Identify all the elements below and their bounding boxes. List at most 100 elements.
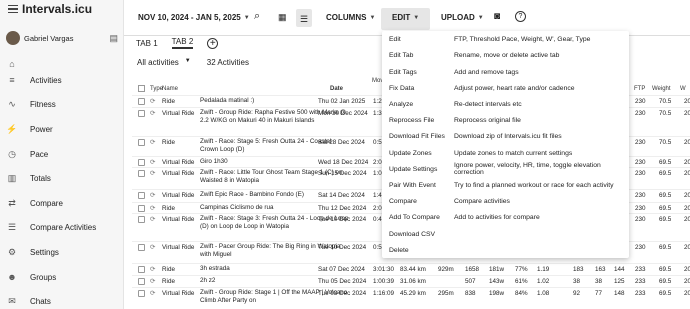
tab-1[interactable]: TAB 1: [136, 39, 158, 48]
menu-item-description: Update zones to match current settings: [454, 149, 573, 157]
user-profile[interactable]: Gabriel Vargas ▤: [6, 31, 118, 45]
row-checkbox[interactable]: [138, 110, 145, 117]
search-icon[interactable]: ⌕: [254, 10, 260, 23]
sidebar-item-compare-activities[interactable]: ☰ Compare Activities: [6, 220, 96, 234]
activity-type: Ride: [162, 98, 175, 105]
activity-if: 1.02: [537, 278, 550, 285]
avatar: [6, 31, 20, 45]
menu-item-reprocess-file[interactable]: Reprocess File Reprocess original file: [382, 112, 629, 129]
menu-item-label: Pair With Event: [389, 181, 436, 189]
row-checkbox[interactable]: [138, 192, 145, 199]
sidebar-item-home[interactable]: ⌂: [6, 57, 18, 71]
menu-item-update-zones[interactable]: Update Zones Update zones to match curren…: [382, 144, 629, 161]
help-icon[interactable]: ?: [515, 11, 526, 22]
col-weight[interactable]: Weight: [652, 86, 671, 92]
activity-moving-time: 0:4: [373, 216, 382, 223]
activity-pct: 61%: [515, 278, 528, 285]
app-logo[interactable]: Intervals.icu: [8, 2, 92, 16]
grid-view-icon[interactable]: ▦: [278, 12, 287, 23]
sidebar-item-settings[interactable]: ⚙ Settings: [6, 245, 59, 259]
activity-type: Virtual Ride: [162, 192, 195, 199]
menu-item-description: Adjust power, heart rate and/or cadence: [454, 84, 575, 92]
camera-icon[interactable]: ◙: [494, 11, 500, 22]
activity-dist: 31.06 km: [400, 278, 426, 285]
sidebar-item-groups[interactable]: ☻ Groups: [6, 270, 56, 284]
activity-weight: 69.5: [659, 266, 672, 273]
row-checkbox[interactable]: [138, 216, 145, 223]
row-checkbox[interactable]: [138, 244, 145, 251]
row-checkbox[interactable]: [138, 290, 145, 297]
tab-2[interactable]: TAB 2: [171, 37, 194, 49]
upload-button[interactable]: UPLOAD ▼: [441, 13, 484, 22]
menu-item-download-csv[interactable]: Download CSV: [382, 225, 629, 242]
caret-down-icon: ▼: [413, 14, 420, 21]
row-checkbox[interactable]: [138, 278, 145, 285]
caret-down-icon[interactable]: ▼: [185, 58, 191, 67]
gear-icon: ⚙: [7, 246, 17, 257]
activity-type: Virtual Ride: [162, 170, 195, 177]
row-checkbox[interactable]: [138, 170, 145, 177]
caret-down-icon: ▼: [477, 14, 484, 21]
activity-ftp: 230: [635, 192, 646, 199]
activity-moving-time: 2:0: [373, 205, 382, 212]
menu-item-download-fit-files[interactable]: Download Fit Files Download zip of Interv…: [382, 128, 629, 145]
row-checkbox[interactable]: [138, 139, 145, 146]
activity-dist: 83.44 km: [400, 266, 426, 273]
row-checkbox[interactable]: [138, 159, 145, 166]
columns-button[interactable]: COLUMNS ▼: [326, 13, 375, 22]
sidebar-item-pace[interactable]: ◷ Pace: [6, 147, 48, 161]
menu-item-pair-with-event[interactable]: Pair With Event Try to find a planned wor…: [382, 177, 629, 194]
menu-item-label: Add To Compare: [389, 214, 440, 222]
menu-item-add-to-compare[interactable]: Add To Compare Add to activities for comp…: [382, 209, 629, 226]
menu-item-edit[interactable]: Edit FTP, Threshold Pace, Weight, W', Gea…: [382, 31, 629, 48]
sidebar-item-label: Compare Activities: [30, 222, 97, 232]
menu-item-analyze[interactable]: Analyze Re-detect intervals etc: [382, 96, 629, 113]
row-checkbox[interactable]: [138, 266, 145, 273]
menu-item-compare[interactable]: Compare Compare activities: [382, 193, 629, 210]
row-checkbox[interactable]: [138, 98, 145, 105]
sidebar-item-chats[interactable]: ✉ Chats: [6, 294, 51, 308]
sidebar-item-power[interactable]: ⚡ Power: [6, 122, 52, 136]
edit-button[interactable]: EDIT ▼: [392, 13, 419, 22]
chat-icon: ✉: [8, 295, 16, 306]
activity-a: 38: [573, 278, 581, 285]
activity-w: 200: [684, 139, 690, 146]
menu-item-label: Update Zones: [389, 149, 432, 157]
sidebar-item-activities[interactable]: ≡ Activities: [6, 73, 61, 87]
menu-icon[interactable]: [8, 3, 18, 16]
menu-item-edit-tags[interactable]: Edit Tags Add and remove tags: [382, 63, 629, 80]
col-ftp[interactable]: FTP: [634, 86, 645, 92]
sidebar-item-label: Chats: [30, 296, 51, 306]
row-checkbox[interactable]: [138, 205, 145, 212]
table-row[interactable]: ⟳ Ride 2h z2 Thu 05 Dec 2024 1:00:39 31.06 km…: [132, 275, 690, 287]
col-name[interactable]: Name: [162, 86, 178, 92]
activity-ftp: 230: [635, 205, 646, 212]
sidebar: Intervals.icu Gabriel Vargas ▤ ⌂ ≡ Activi…: [0, 0, 124, 309]
user-name: Gabriel Vargas: [24, 33, 74, 43]
activity-w: 200: [684, 278, 690, 285]
document-icon[interactable]: ▤: [109, 33, 118, 44]
sidebar-item-fitness[interactable]: ∿ Fitness: [6, 97, 56, 111]
add-tab-icon[interactable]: +: [207, 37, 219, 49]
activity-date: Thu 12 Dec 2024: [318, 205, 367, 212]
activity-w: 200: [684, 244, 690, 251]
date-range-button[interactable]: NOV 10, 2024 - JAN 5, 2025 ▼: [138, 13, 250, 22]
activity-moving-time: 1:0: [373, 170, 382, 177]
col-date[interactable]: Date: [330, 86, 343, 92]
sidebar-item-totals[interactable]: ▥ Totals: [6, 171, 51, 185]
activity-hr: 181w: [489, 266, 505, 273]
table-row[interactable]: ⟳ Virtual Ride Zwift - Group Ride: Stage 1…: [132, 287, 690, 304]
filter-select[interactable]: All activities: [137, 58, 179, 67]
sidebar-item-compare[interactable]: ⇄ Compare: [6, 196, 63, 210]
activity-elev: 929m: [438, 266, 454, 273]
menu-item-delete[interactable]: Delete: [382, 242, 629, 259]
activity-type: Ride: [162, 278, 175, 285]
select-all-checkbox[interactable]: [138, 85, 145, 92]
col-w[interactable]: W: [680, 86, 686, 92]
menu-item-edit-tab[interactable]: Edit Tab Rename, move or delete active ta…: [382, 47, 629, 64]
activity-b: 163: [595, 266, 606, 273]
list-view-icon[interactable]: ☰: [296, 9, 312, 27]
table-row[interactable]: ⟳ Ride 3h estrada Sat 07 Dec 2024 3:01:30 83.…: [132, 263, 690, 275]
menu-item-fix-data[interactable]: Fix Data Adjust power, heart rate and/or …: [382, 80, 629, 97]
menu-item-update-settings[interactable]: Update Settings Ignore power, velocity, H…: [382, 161, 629, 178]
